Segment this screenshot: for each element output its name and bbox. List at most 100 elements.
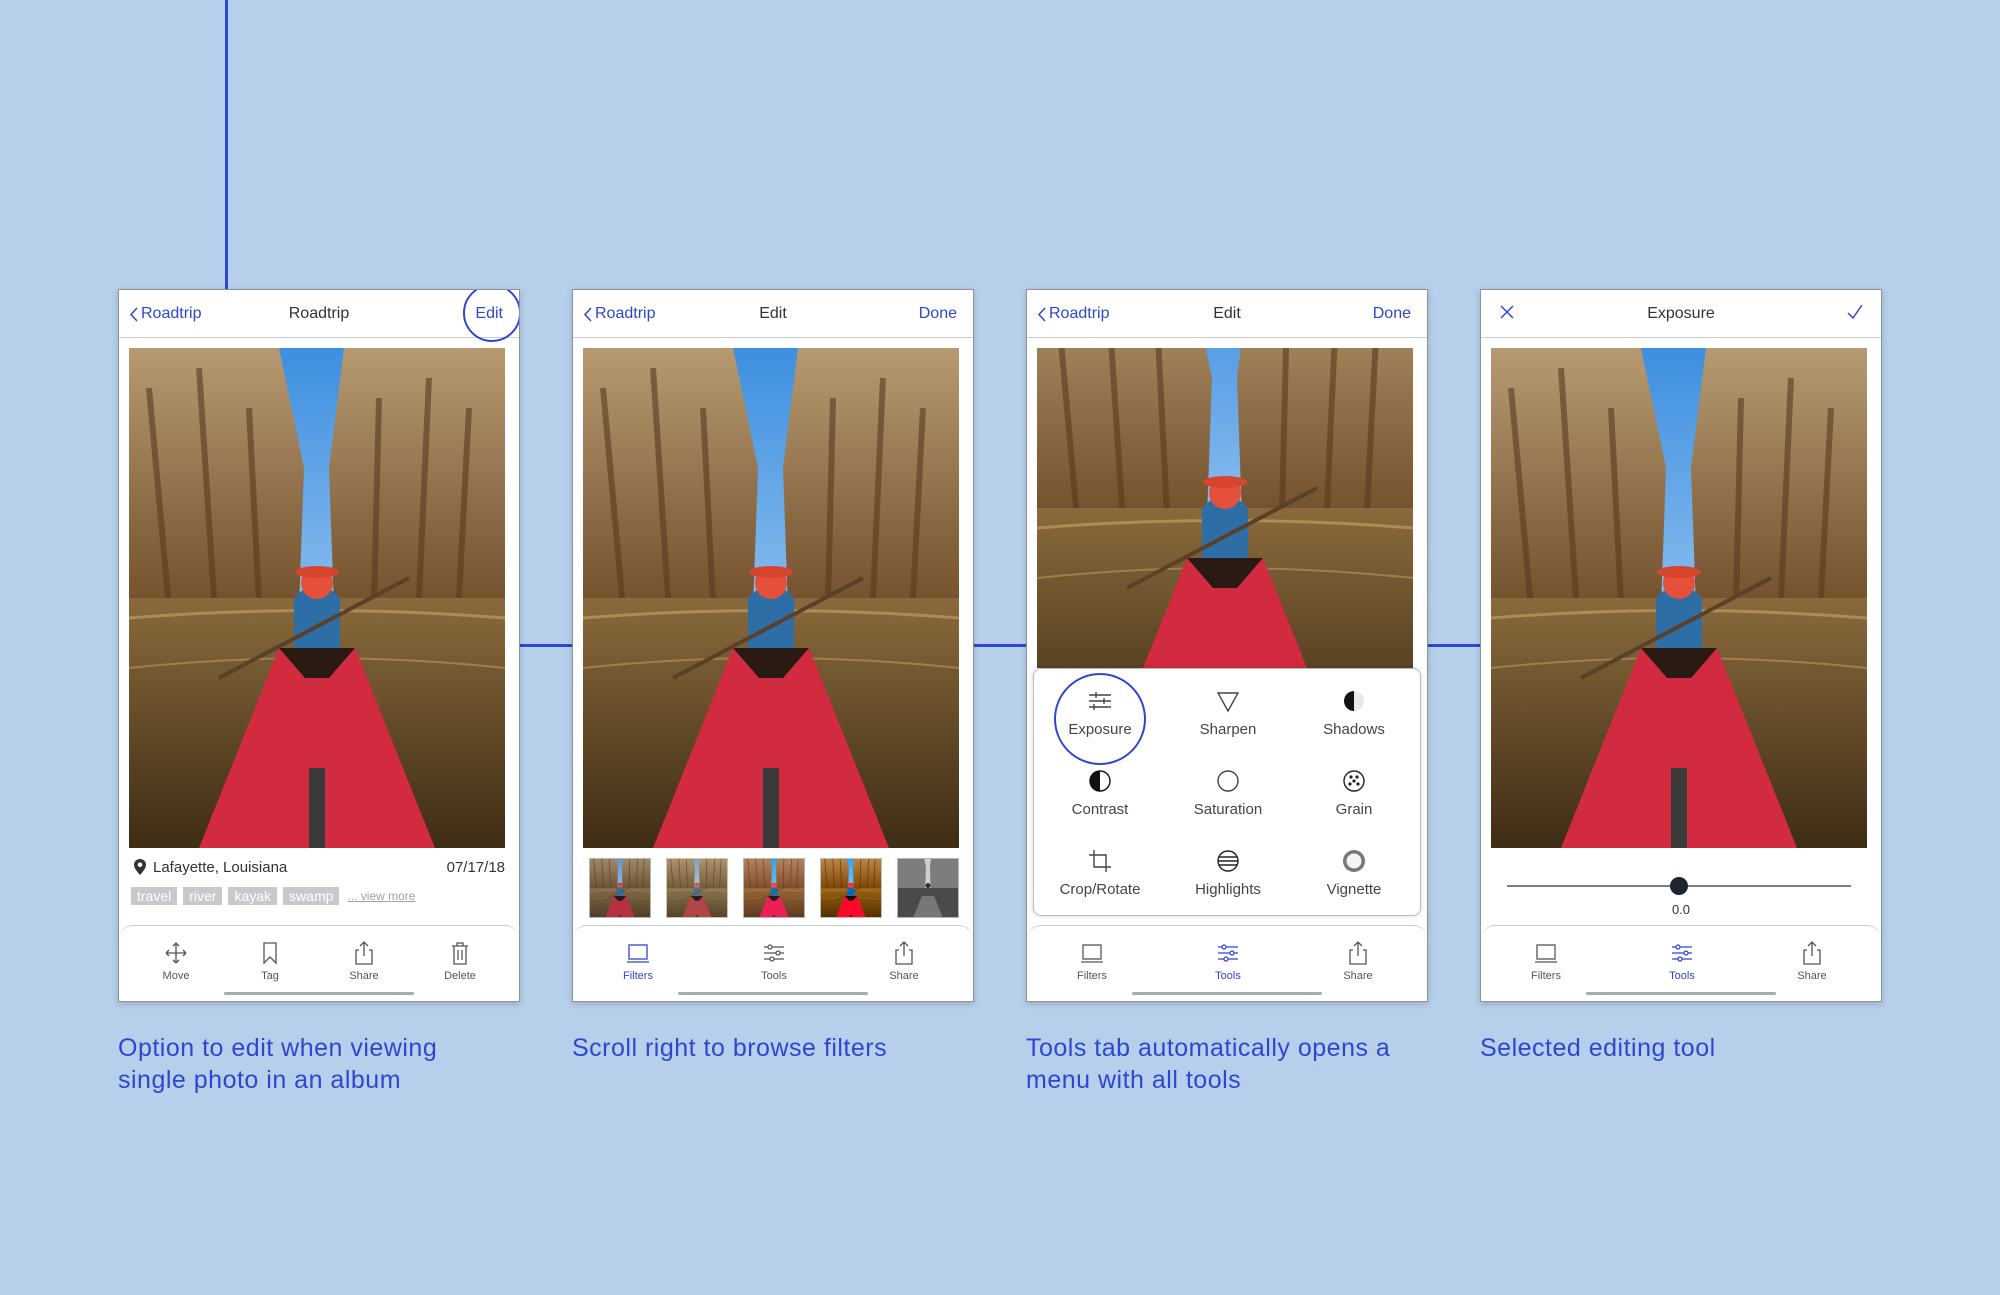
crop-icon xyxy=(1089,850,1111,872)
tool-saturation[interactable]: Saturation xyxy=(1168,767,1288,818)
filter-thumbnail[interactable] xyxy=(589,858,651,918)
location-pin-icon xyxy=(134,859,146,875)
tools-menu: Exposure Sharpen Shadows Contrast Satura… xyxy=(1033,668,1421,916)
bottom-toolbar: Filters Tools Share xyxy=(1027,925,1427,1001)
triangle-icon xyxy=(1216,692,1240,713)
caption-album-photo: Option to edit when viewing single photo… xyxy=(118,1032,437,1096)
tool-label: Highlights xyxy=(1195,881,1261,898)
sliders-icon xyxy=(764,944,784,962)
photo xyxy=(1037,348,1413,668)
tool-shadows[interactable]: Shadows xyxy=(1294,687,1414,738)
bottom-toolbar: Move Tag Share Delete xyxy=(119,925,519,1001)
highlights-icon xyxy=(1217,850,1239,872)
grain-icon xyxy=(1343,770,1365,792)
filter-thumbnail[interactable] xyxy=(666,858,728,918)
tag-list: travel river kayak swamp ... view more xyxy=(131,887,415,905)
tag-chip[interactable]: swamp xyxy=(283,887,340,905)
exposure-slider[interactable] xyxy=(1507,877,1851,895)
tool-vignette[interactable]: Vignette xyxy=(1294,847,1414,898)
slider-knob[interactable] xyxy=(1670,877,1688,895)
photo xyxy=(583,348,959,848)
tab-tools[interactable]: Tools xyxy=(1647,940,1717,982)
bookmark-icon xyxy=(263,942,277,965)
tab-filters[interactable]: Filters xyxy=(603,940,673,982)
tool-exposure[interactable]: Exposure xyxy=(1040,687,1160,738)
half-circle-icon xyxy=(1344,691,1364,711)
page-title: Edit xyxy=(759,305,787,322)
tag-chip[interactable]: river xyxy=(183,887,223,905)
caption-line: menu with all tools xyxy=(1026,1066,1242,1094)
done-button[interactable]: Done xyxy=(919,305,957,323)
tool-highlights[interactable]: Highlights xyxy=(1168,847,1288,898)
tab-label: Tools xyxy=(1215,970,1241,982)
screen-edit-filters: Roadtrip Edit Done Filters Tools Share xyxy=(572,289,974,1002)
done-button[interactable]: Done xyxy=(1373,305,1411,323)
tag-chip[interactable]: kayak xyxy=(228,887,278,905)
nav-bar: Roadtrip Edit Done xyxy=(1027,290,1427,338)
tab-share[interactable]: Share xyxy=(329,940,399,982)
caption-tools: Tools tab automatically opens a menu wit… xyxy=(1026,1032,1390,1096)
view-more-link[interactable]: ... view more xyxy=(347,889,415,903)
checkmark-icon[interactable] xyxy=(1845,302,1865,322)
vignette-icon xyxy=(1343,850,1365,872)
bottom-toolbar: Filters Tools Share xyxy=(1481,925,1881,1001)
share-icon xyxy=(1803,941,1821,965)
photo-info-row: Lafayette, Louisiana 07/17/18 xyxy=(133,856,505,878)
connector-1-2 xyxy=(520,644,572,647)
trash-icon xyxy=(452,942,468,965)
tool-grain[interactable]: Grain xyxy=(1294,767,1414,818)
tab-tools[interactable]: Tools xyxy=(739,940,809,982)
tool-label: Vignette xyxy=(1326,881,1382,898)
contrast-icon xyxy=(1089,770,1111,792)
page-title: Roadtrip xyxy=(288,305,350,322)
tab-filters[interactable]: Filters xyxy=(1057,940,1127,982)
tool-sharpen[interactable]: Sharpen xyxy=(1168,687,1288,738)
tab-label: Share xyxy=(349,970,379,982)
edit-highlight-circle xyxy=(463,290,519,342)
tab-label: Tag xyxy=(261,970,279,982)
tool-label: Exposure xyxy=(1068,721,1132,738)
tab-label: Move xyxy=(162,970,190,982)
home-indicator xyxy=(678,992,868,995)
filter-thumbnail[interactable] xyxy=(743,858,805,918)
tab-share[interactable]: Share xyxy=(1777,940,1847,982)
caption-line: single photo in an album xyxy=(118,1066,402,1094)
home-indicator xyxy=(1132,992,1322,995)
nav-bar: Exposure xyxy=(1481,290,1881,338)
tab-delete[interactable]: Delete xyxy=(425,940,495,982)
sliders-icon xyxy=(1218,944,1238,962)
bottom-toolbar: Filters Tools Share xyxy=(573,925,973,1001)
tab-label: Delete xyxy=(444,970,476,982)
connector-vertical xyxy=(225,0,228,289)
tool-contrast[interactable]: Contrast xyxy=(1040,767,1160,818)
photo xyxy=(1491,348,1867,848)
filter-thumbnail[interactable] xyxy=(820,858,882,918)
tool-label: Grain xyxy=(1335,801,1373,818)
tab-label: Filters xyxy=(1531,970,1561,982)
connector-2-3 xyxy=(974,644,1026,647)
tab-move[interactable]: Move xyxy=(141,940,211,982)
filter-thumbnail[interactable] xyxy=(897,858,959,918)
tab-label: Share xyxy=(889,970,919,982)
nav-bar: Roadtrip Edit Done xyxy=(573,290,973,338)
home-indicator xyxy=(224,992,414,995)
exposure-icon xyxy=(1089,692,1111,710)
home-indicator xyxy=(1586,992,1776,995)
tab-tag[interactable]: Tag xyxy=(235,940,305,982)
slider-value: 0.0 xyxy=(1671,902,1691,917)
tab-filters[interactable]: Filters xyxy=(1511,940,1581,982)
tag-chip[interactable]: travel xyxy=(131,887,178,905)
screen-edit-tools: Roadtrip Edit Done Exposure Sharpen Shad… xyxy=(1026,289,1428,1002)
sliders-icon xyxy=(1672,944,1692,962)
tool-label: Crop/Rotate xyxy=(1059,881,1141,898)
tab-share[interactable]: Share xyxy=(1323,940,1393,982)
tab-tools[interactable]: Tools xyxy=(1193,940,1263,982)
tool-crop-rotate[interactable]: Crop/Rotate xyxy=(1040,847,1160,898)
caption-line: Tools tab automatically opens a xyxy=(1026,1034,1391,1062)
tab-share[interactable]: Share xyxy=(869,940,939,982)
filter-strip[interactable] xyxy=(589,858,959,918)
tab-label: Filters xyxy=(623,970,653,982)
share-icon xyxy=(895,941,913,965)
location-label: Lafayette, Louisiana xyxy=(153,858,288,876)
connector-3-4 xyxy=(1428,644,1480,647)
